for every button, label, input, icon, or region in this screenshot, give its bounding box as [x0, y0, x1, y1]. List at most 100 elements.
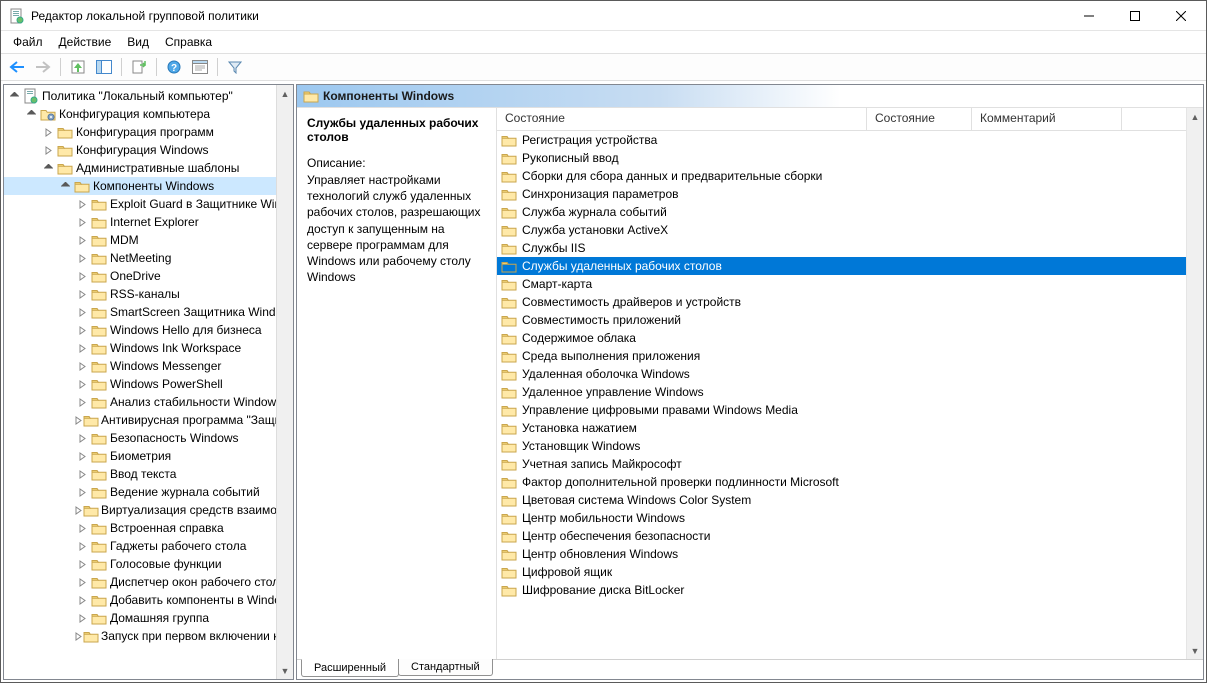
forward-button[interactable]: [31, 56, 55, 78]
expander-icon[interactable]: [74, 632, 83, 641]
scroll-down-icon[interactable]: ▼: [1187, 642, 1203, 659]
tree-item-sub-12[interactable]: Антивирусная программа "Защитник Windows…: [4, 411, 276, 429]
tree-item-computer-config[interactable]: Конфигурация компьютера: [4, 105, 276, 123]
list-item[interactable]: Установка нажатием: [497, 419, 1186, 437]
menu-action[interactable]: Действие: [51, 33, 120, 51]
column-state-1[interactable]: Состояние: [497, 108, 867, 130]
list-item[interactable]: Цифровой ящик: [497, 563, 1186, 581]
expander-icon[interactable]: [74, 200, 90, 209]
expander-icon[interactable]: [40, 164, 56, 173]
expander-icon[interactable]: [74, 524, 90, 533]
expander-icon[interactable]: [74, 290, 90, 299]
expander-icon[interactable]: [23, 110, 39, 119]
expander-icon[interactable]: [74, 452, 90, 461]
tree-item-sub-22[interactable]: Добавить компоненты в Windows: [4, 591, 276, 609]
tree-vertical-scrollbar[interactable]: ▲ ▼: [276, 85, 293, 679]
expander-icon[interactable]: [74, 272, 90, 281]
list-item[interactable]: Среда выполнения приложения: [497, 347, 1186, 365]
tab-standard[interactable]: Стандартный: [398, 659, 493, 676]
list-item[interactable]: Управление цифровыми правами Windows Med…: [497, 401, 1186, 419]
tree-item-sub-5[interactable]: RSS-каналы: [4, 285, 276, 303]
scroll-up-icon[interactable]: ▲: [1187, 108, 1203, 125]
tree-item-sub-13[interactable]: Безопасность Windows: [4, 429, 276, 447]
tree-item-sub-7[interactable]: Windows Hello для бизнеса: [4, 321, 276, 339]
tree-item-sub-16[interactable]: Ведение журнала событий: [4, 483, 276, 501]
list-item[interactable]: Совместимость драйверов и устройств: [497, 293, 1186, 311]
scroll-down-icon[interactable]: ▼: [277, 662, 293, 679]
expander-icon[interactable]: [74, 236, 90, 245]
expander-icon[interactable]: [74, 470, 90, 479]
list-item[interactable]: Центр мобильности Windows: [497, 509, 1186, 527]
tab-extended[interactable]: Расширенный: [301, 659, 399, 677]
expander-icon[interactable]: [74, 506, 83, 515]
expander-icon[interactable]: [74, 578, 90, 587]
list-item[interactable]: Центр обновления Windows: [497, 545, 1186, 563]
back-button[interactable]: [5, 56, 29, 78]
tree-item-sub-11[interactable]: Анализ стабильности Windows: [4, 393, 276, 411]
export-button[interactable]: [127, 56, 151, 78]
tree-item-sub-10[interactable]: Windows PowerShell: [4, 375, 276, 393]
tree-item-sub-15[interactable]: Ввод текста: [4, 465, 276, 483]
list-vertical-scrollbar[interactable]: ▲ ▼: [1186, 108, 1203, 659]
expander-icon[interactable]: [74, 614, 90, 623]
tree-item-sub-6[interactable]: SmartScreen Защитника Windows: [4, 303, 276, 321]
close-button[interactable]: [1158, 1, 1204, 31]
tree-item-sub-18[interactable]: Встроенная справка: [4, 519, 276, 537]
expander-icon[interactable]: [6, 92, 22, 101]
menu-help[interactable]: Справка: [157, 33, 220, 51]
tree-item-sub-24[interactable]: Запуск при первом включении компьютера: [4, 627, 276, 645]
tree-item-windows-config[interactable]: Конфигурация Windows: [4, 141, 276, 159]
list-item[interactable]: Регистрация устройства: [497, 131, 1186, 149]
list-item[interactable]: Совместимость приложений: [497, 311, 1186, 329]
properties-button[interactable]: [188, 56, 212, 78]
list-item[interactable]: Цветовая система Windows Color System: [497, 491, 1186, 509]
list-item[interactable]: Центр обеспечения безопасности: [497, 527, 1186, 545]
expander-icon[interactable]: [74, 596, 90, 605]
tree-item-sub-4[interactable]: OneDrive: [4, 267, 276, 285]
list-item[interactable]: Службы удаленных рабочих столов: [497, 257, 1186, 275]
scroll-track[interactable]: [1187, 125, 1203, 642]
expander-icon[interactable]: [74, 344, 90, 353]
scroll-up-icon[interactable]: ▲: [277, 85, 293, 102]
tree-item-sub-2[interactable]: MDM: [4, 231, 276, 249]
tree-item-admin-templates[interactable]: Административные шаблоны: [4, 159, 276, 177]
tree-scroll[interactable]: Политика "Локальный компьютер"Конфигурац…: [4, 85, 276, 679]
list-item[interactable]: Служба журнала событий: [497, 203, 1186, 221]
expander-icon[interactable]: [74, 218, 90, 227]
expander-icon[interactable]: [74, 488, 90, 497]
tree-item-sub-17[interactable]: Виртуализация средств взаимодействия с п…: [4, 501, 276, 519]
list-item[interactable]: Сборки для сбора данных и предварительны…: [497, 167, 1186, 185]
help-button[interactable]: ?: [162, 56, 186, 78]
expander-icon[interactable]: [74, 326, 90, 335]
expander-icon[interactable]: [74, 542, 90, 551]
minimize-button[interactable]: [1066, 1, 1112, 31]
list-item[interactable]: Смарт-карта: [497, 275, 1186, 293]
tree-item-sub-20[interactable]: Голосовые функции: [4, 555, 276, 573]
tree-item-sub-9[interactable]: Windows Messenger: [4, 357, 276, 375]
list-item[interactable]: Учетная запись Майкрософт: [497, 455, 1186, 473]
menu-file[interactable]: Файл: [5, 33, 51, 51]
list-item[interactable]: Установщик Windows: [497, 437, 1186, 455]
expander-icon[interactable]: [74, 380, 90, 389]
scroll-track[interactable]: [277, 102, 293, 662]
column-comment[interactable]: Комментарий: [972, 108, 1122, 130]
filter-button[interactable]: [223, 56, 247, 78]
list-item[interactable]: Фактор дополнительной проверки подлиннос…: [497, 473, 1186, 491]
list-item[interactable]: Удаленное управление Windows: [497, 383, 1186, 401]
tree-item-sub-3[interactable]: NetMeeting: [4, 249, 276, 267]
expander-icon[interactable]: [40, 128, 56, 137]
tree-item-sub-0[interactable]: Exploit Guard в Защитнике Windows: [4, 195, 276, 213]
tree-item-windows-components[interactable]: Компоненты Windows: [4, 177, 276, 195]
expander-icon[interactable]: [74, 398, 90, 407]
expander-icon[interactable]: [74, 434, 90, 443]
list-item[interactable]: Синхронизация параметров: [497, 185, 1186, 203]
list-item[interactable]: Шифрование диска BitLocker: [497, 581, 1186, 599]
expander-icon[interactable]: [40, 146, 56, 155]
tree-item-sub-1[interactable]: Internet Explorer: [4, 213, 276, 231]
tree-item-root[interactable]: Политика "Локальный компьютер": [4, 87, 276, 105]
menu-view[interactable]: Вид: [119, 33, 157, 51]
tree-item-sub-23[interactable]: Домашняя группа: [4, 609, 276, 627]
expander-icon[interactable]: [57, 182, 73, 191]
expander-icon[interactable]: [74, 254, 90, 263]
maximize-button[interactable]: [1112, 1, 1158, 31]
